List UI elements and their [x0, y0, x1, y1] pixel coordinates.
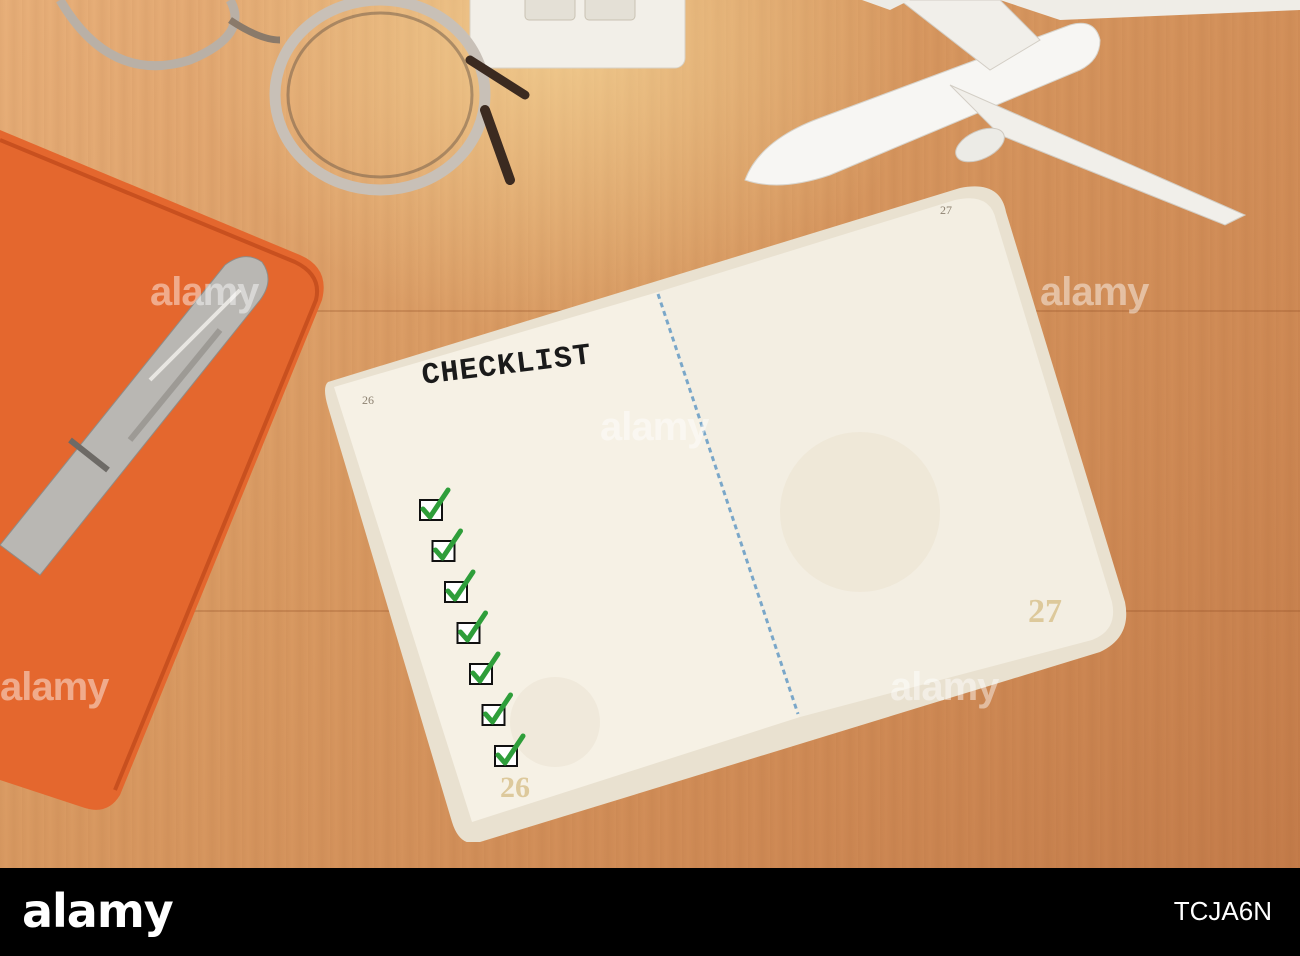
calculator — [469, 0, 686, 69]
watermark: alamy — [1040, 270, 1149, 314]
page-number-right: 27 — [940, 203, 952, 217]
desk-photo: 26 27 27 26 CHECKLIST alamy alamy alamy … — [0, 0, 1300, 868]
brand-logo: alamy — [22, 884, 174, 938]
watermark: alamy — [890, 665, 999, 709]
stock-footer-bar: alamy TCJA6N — [0, 868, 1300, 956]
watermark: alamy — [600, 405, 709, 449]
page-stamp-left: 26 — [500, 771, 530, 804]
page-number-left: 26 — [362, 393, 374, 407]
photo-stage: 26 27 27 26 CHECKLIST alamy alamy alamy … — [0, 0, 1300, 956]
eyeglasses — [56, 0, 530, 196]
passport-book: 26 27 27 26 — [325, 186, 1127, 842]
watermark: alamy — [0, 665, 109, 709]
page-stamp-right: 27 — [1028, 593, 1062, 630]
image-id: TCJA6N — [1173, 896, 1272, 926]
watermark: alamy — [150, 270, 259, 314]
